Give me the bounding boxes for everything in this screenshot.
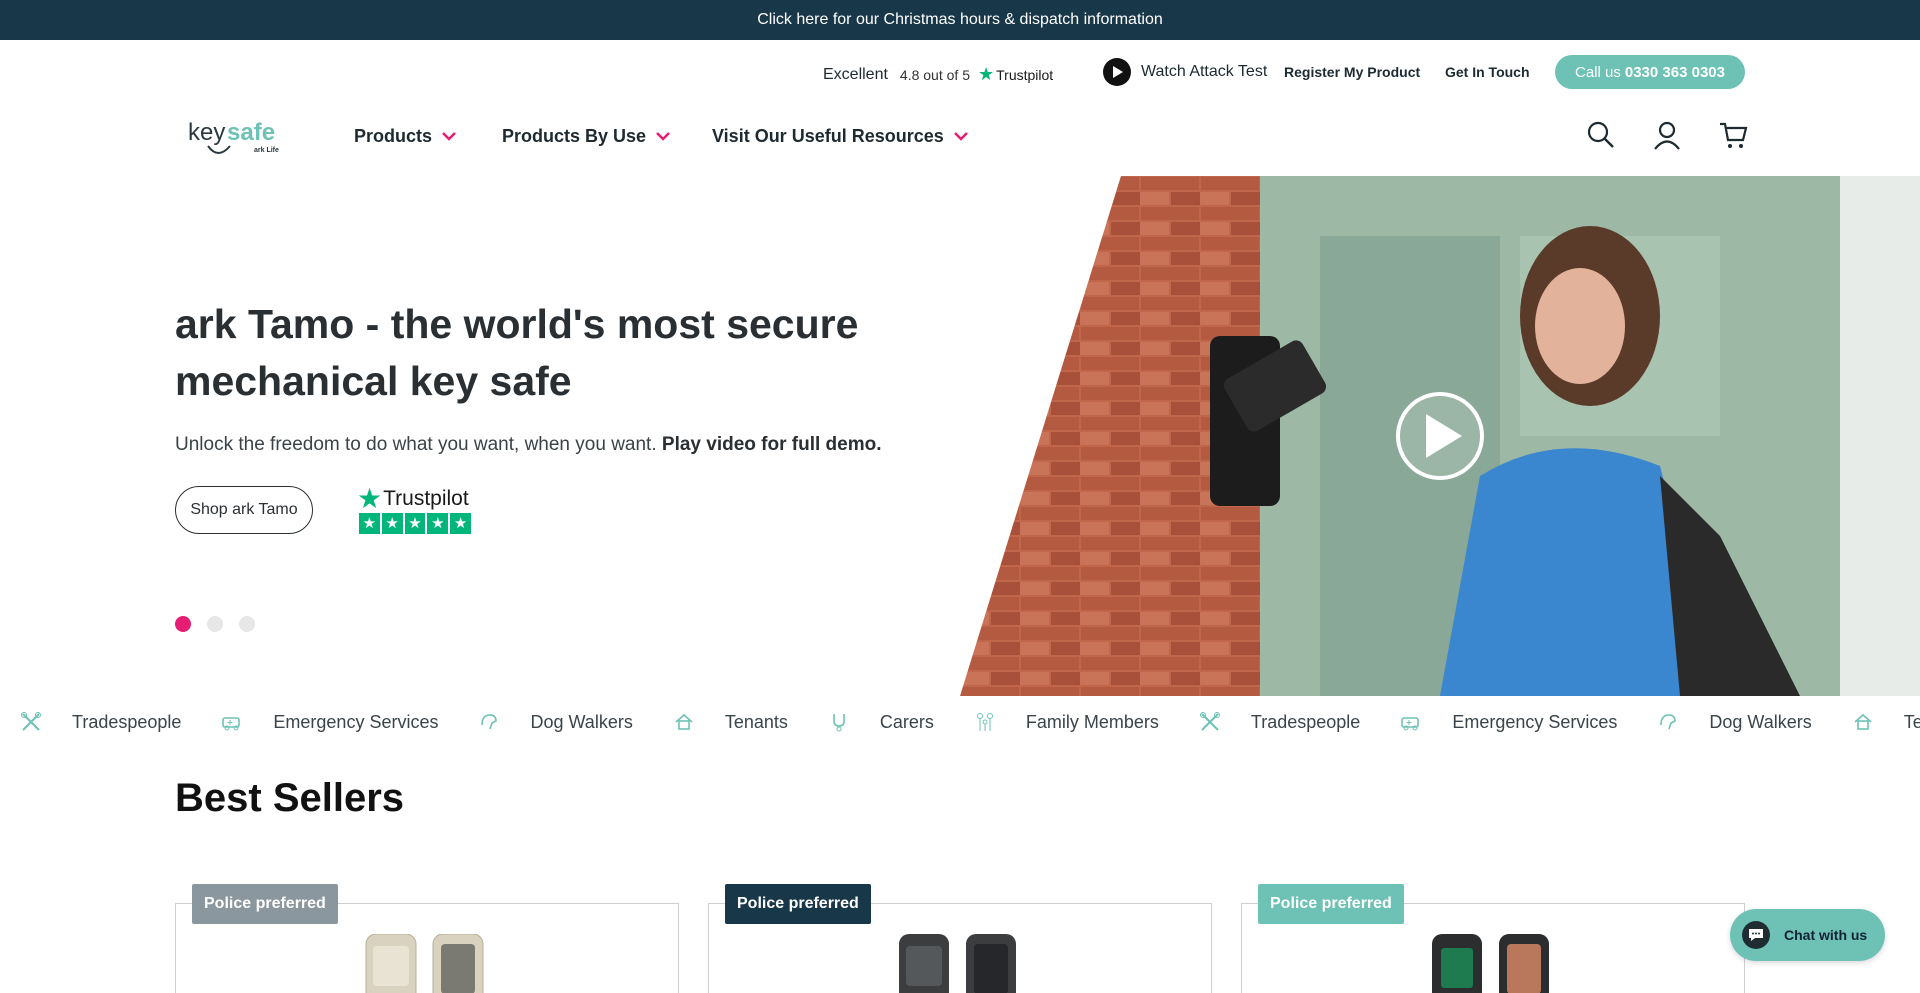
shop-ark-tamo-button[interactable]: Shop ark Tamo: [175, 486, 313, 534]
trustpilot-badge[interactable]: ★ Trustpilot ★ ★ ★ ★ ★: [357, 482, 471, 534]
hero-subtitle: Unlock the freedom to do what you want, …: [175, 434, 935, 456]
ticker-item: Te: [1852, 711, 1920, 733]
main-nav: key safe ark Life Products Products By U…: [0, 106, 1920, 176]
slider-dot[interactable]: [239, 616, 255, 632]
call-number: 0330 363 0303: [1624, 63, 1725, 81]
logo-sub-text: ark Life: [254, 147, 279, 154]
ticker-label: Tenants: [724, 711, 788, 732]
ticker-item: Dog Walkers: [1657, 711, 1812, 733]
ticker-label: Emergency Services: [1452, 711, 1618, 732]
police-preferred-badge: Police preferred: [725, 884, 871, 924]
play-icon: [1103, 58, 1131, 86]
trustpilot-brand: Trustpilot: [996, 66, 1054, 83]
family-icon: [976, 713, 993, 731]
ticker-item: Dog Walkers: [478, 711, 633, 733]
ticker-label: Emergency Services: [273, 711, 439, 732]
ticker-label: Dog Walkers: [1709, 711, 1812, 732]
call-us-button[interactable]: Call us 0330 363 0303: [1555, 55, 1745, 89]
trustpilot-star-icon: ★: [357, 482, 383, 514]
stethoscope-icon: [833, 714, 845, 732]
nav-resources[interactable]: Visit Our Useful Resources: [712, 126, 968, 147]
trustpilot-score: 4.8 out of 5: [899, 66, 970, 83]
best-sellers-title: Best Sellers: [175, 776, 405, 820]
ticker-item: Family Members: [974, 711, 1159, 733]
utility-bar: Excellent 4.8 out of 5 ★ Trustpilot Watc…: [0, 40, 1920, 106]
logo-safe-text: safe: [227, 119, 275, 146]
star-icon: ★: [404, 512, 426, 534]
star-icon: ★: [381, 512, 403, 534]
nav-products-by-use-label: Products By Use: [502, 126, 647, 146]
chat-label: Chat with us: [1784, 927, 1868, 943]
ambulance-icon: [222, 717, 241, 731]
police-preferred-badge: Police preferred: [1258, 884, 1404, 924]
star-icon: ★: [427, 512, 449, 534]
keysafe-logo[interactable]: key safe ark Life: [188, 116, 284, 160]
trustpilot-star-icon: ★: [977, 64, 995, 84]
house-icon: [1854, 713, 1872, 730]
chat-icon: [1742, 921, 1770, 949]
chevron-down-icon: [656, 132, 670, 141]
chevron-down-icon: [953, 132, 968, 141]
hero-actions: Shop ark Tamo ★ Trustpilot ★ ★ ★ ★ ★: [175, 482, 471, 534]
slider-dot[interactable]: [207, 616, 223, 632]
chevron-down-icon: [442, 132, 456, 141]
call-prefix: Call us: [1575, 63, 1621, 81]
hero-video-image[interactable]: [960, 176, 1920, 696]
announcement-text[interactable]: Click here for our Christmas hours & dis…: [757, 11, 1163, 29]
star-icon: ★: [359, 512, 380, 534]
account-icon[interactable]: [1652, 120, 1682, 150]
dog-icon: [481, 714, 498, 730]
register-product-link[interactable]: Register My Product: [1284, 64, 1420, 80]
ticker-item: Tradespeople: [20, 711, 181, 733]
header-icons: [1586, 120, 1748, 150]
ticker-label: Dog Walkers: [530, 711, 633, 732]
nav-resources-label: Visit Our Useful Resources: [712, 126, 944, 146]
product-image: [1432, 934, 1549, 993]
ticker-label: Family Members: [1025, 711, 1159, 732]
ticker-item: Emergency Services: [1400, 711, 1617, 733]
nav-products-by-use[interactable]: Products By Use: [502, 126, 670, 147]
use-case-ticker: Tradespeople Emergency Services Dog Walk…: [0, 696, 1920, 748]
tools-icon: [21, 712, 41, 731]
nav-products-label: Products: [354, 126, 433, 146]
watch-attack-test-link[interactable]: Watch Attack Test: [1103, 58, 1267, 86]
police-preferred-badge: Police preferred: [192, 884, 338, 924]
announcement-bar[interactable]: Click here for our Christmas hours & dis…: [0, 0, 1920, 40]
ticker-label: Tradespeople: [1250, 711, 1361, 732]
hero-subtitle-text: Unlock the freedom to do what you want, …: [175, 434, 657, 455]
product-image: [365, 934, 484, 993]
ticker-item: Carers: [828, 711, 934, 733]
hero-text: ark Tamo - the world's most secure mecha…: [175, 296, 935, 456]
tools-icon: [1199, 712, 1220, 731]
ticker-item: Tradespeople: [1199, 711, 1360, 733]
ticker-item: Emergency Services: [221, 711, 438, 733]
ticker-label: Tradespeople: [72, 711, 182, 732]
product-image: [899, 934, 1016, 993]
get-in-touch-link[interactable]: Get In Touch: [1445, 64, 1530, 80]
nav-products[interactable]: Products: [354, 126, 456, 147]
hero-subtitle-bold: Play video for full demo.: [661, 434, 882, 455]
slider-dots: [175, 616, 255, 632]
search-icon[interactable]: [1586, 120, 1616, 150]
trustpilot-stars: ★ ★ ★ ★ ★: [359, 512, 471, 534]
trustpilot-rating-word: Excellent: [823, 65, 888, 83]
house-icon: [675, 713, 693, 730]
ticker-item: Tenants: [673, 711, 788, 733]
ticker-label: Te: [1903, 711, 1920, 732]
ticker-label: Carers: [879, 711, 934, 732]
trustpilot-rating[interactable]: Excellent 4.8 out of 5 ★ Trustpilot: [823, 64, 1053, 85]
cart-icon[interactable]: [1718, 120, 1748, 150]
ambulance-icon: [1401, 717, 1420, 731]
dog-icon: [1660, 714, 1677, 730]
logo-key-text: key: [188, 119, 225, 146]
trustpilot-badge-brand: Trustpilot: [383, 486, 469, 510]
watch-attack-test-label: Watch Attack Test: [1141, 63, 1268, 80]
chat-with-us-button[interactable]: Chat with us: [1730, 909, 1885, 961]
hero-title: ark Tamo - the world's most secure mecha…: [175, 301, 859, 404]
slider-dot[interactable]: [175, 616, 191, 632]
star-icon: ★: [450, 512, 471, 534]
